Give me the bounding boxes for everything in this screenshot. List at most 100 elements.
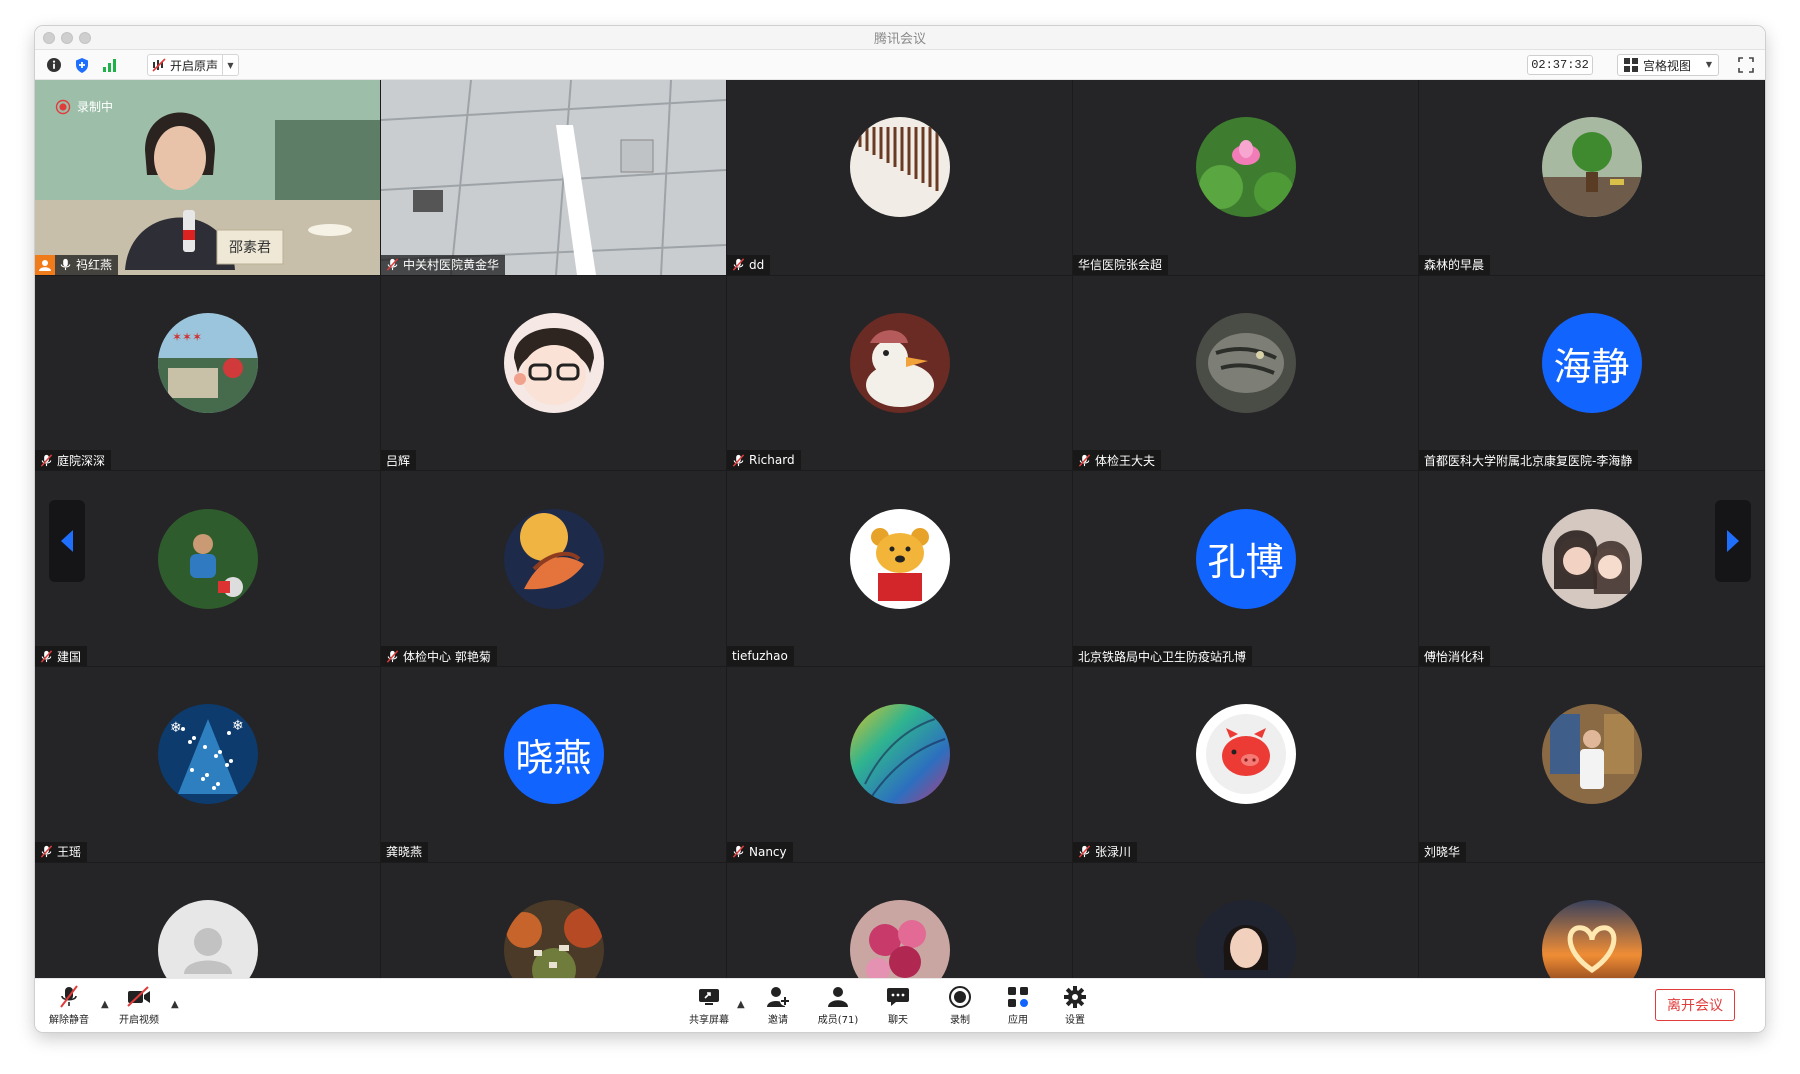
- previous-page-button[interactable]: [49, 500, 85, 582]
- chevron-up-icon[interactable]: ▲: [737, 999, 745, 1010]
- settings-button[interactable]: 设置: [1047, 985, 1103, 1027]
- participant-tile[interactable]: [35, 862, 380, 978]
- name-tag: Nancy: [727, 841, 793, 862]
- name-tag: 祃红燕: [35, 254, 119, 275]
- default-user-icon: [157, 900, 258, 978]
- cyclist-icon: [157, 508, 258, 609]
- original-sound-toggle[interactable]: 开启原声 ▼: [147, 54, 239, 76]
- invite-button[interactable]: 邀请: [750, 985, 806, 1027]
- participant-tile[interactable]: 刘晓华: [1419, 667, 1764, 862]
- muted-mic-icon: [1078, 454, 1091, 467]
- meeting-timer: 02:37:32: [1527, 55, 1593, 75]
- video-off-icon: [126, 985, 152, 1009]
- share-screen-button[interactable]: 共享屏幕: [681, 985, 737, 1027]
- leave-meeting-button[interactable]: 离开会议: [1655, 989, 1735, 1021]
- participant-tile[interactable]: ✶✶✶ 庭院深深: [35, 275, 380, 471]
- bottom-control-bar: 解除静音 ▲ 开启视频 ▲ 共享屏幕 ▲ 邀请 成员(71) 聊天 录制 应用 …: [35, 978, 1765, 1032]
- top-toolbar: 开启原声 ▼ 02:37:32 宫格视图 ▼: [35, 50, 1765, 80]
- name-tag: 森林的早晨: [1419, 254, 1491, 275]
- apps-button[interactable]: 应用: [990, 985, 1046, 1027]
- fullscreen-icon[interactable]: [1737, 56, 1755, 74]
- woman-portrait-icon: [1195, 900, 1296, 978]
- participant-name: 首都医科大学附属北京康复医院-李海静: [1424, 453, 1633, 468]
- participant-tile[interactable]: 建国: [35, 471, 380, 667]
- hands-icon: [503, 508, 604, 609]
- settings-label: 设置: [1065, 1015, 1085, 1026]
- record-label: 录制: [950, 1015, 970, 1026]
- selfie-icon: [1541, 508, 1642, 609]
- doctor-office-icon: [1541, 704, 1642, 805]
- participant-tile[interactable]: 张渌川: [1073, 667, 1418, 862]
- participant-tile[interactable]: 晓燕 龚晓燕: [381, 667, 726, 862]
- chat-button[interactable]: 聊天: [870, 985, 926, 1027]
- participant-tile[interactable]: 华信医院张会超: [1073, 80, 1418, 275]
- add-user-icon: [765, 985, 791, 1009]
- svg-text:❄: ❄: [170, 720, 182, 736]
- participant-name: 华信医院张会超: [1078, 258, 1163, 273]
- name-tag: dd: [727, 254, 771, 275]
- view-mode-label: 宫格视图: [1643, 58, 1692, 73]
- apps-label: 应用: [1008, 1015, 1028, 1026]
- name-tag: 龚晓燕: [381, 841, 429, 862]
- participant-name: 刘晓华: [1424, 845, 1461, 860]
- christmas-photo-icon: ✶✶✶: [157, 313, 258, 414]
- signal-strength-icon[interactable]: [101, 56, 119, 74]
- participant-tile[interactable]: 海静 首都医科大学附属北京康复医院-李海静: [1419, 275, 1764, 471]
- close-window-button[interactable]: [43, 32, 55, 44]
- info-icon[interactable]: [45, 56, 63, 74]
- participant-tile[interactable]: Nancy: [727, 667, 1072, 862]
- duck-icon: [849, 313, 950, 414]
- grid-view-icon: [1624, 58, 1638, 72]
- gear-icon: [1062, 985, 1088, 1009]
- participant-tile[interactable]: 傅怡消化科: [1419, 471, 1764, 667]
- muted-mic-icon: [1078, 845, 1091, 858]
- record-icon: [55, 99, 71, 114]
- participant-name: 龚晓燕: [386, 845, 423, 860]
- participant-tile[interactable]: [381, 862, 726, 978]
- participant-name: 庭院深深: [57, 453, 106, 468]
- muted-mic-icon: [732, 454, 745, 467]
- participant-tile[interactable]: 孔博 北京铁路局中心卫生防疫站孔博: [1073, 471, 1418, 667]
- unmute-label: 解除静音: [49, 1015, 89, 1026]
- participant-tile[interactable]: 吕辉: [381, 275, 726, 471]
- participant-tile[interactable]: 录制中 邵素君 祃红燕: [35, 80, 380, 275]
- view-mode-select[interactable]: 宫格视图 ▼: [1617, 54, 1719, 76]
- participant-tile[interactable]: tiefuzhao: [727, 471, 1072, 667]
- record-button[interactable]: 录制: [932, 985, 988, 1027]
- chevron-down-icon[interactable]: ▼: [222, 55, 238, 75]
- chevron-down-icon: ▼: [1705, 60, 1712, 69]
- participant-tile[interactable]: 体检中心 郭艳菊: [381, 471, 726, 667]
- next-page-button[interactable]: [1715, 500, 1751, 582]
- security-shield-icon[interactable]: [73, 56, 91, 74]
- participant-tile[interactable]: [1419, 862, 1764, 978]
- name-tag: 华信医院张会超: [1073, 254, 1169, 275]
- participant-tile[interactable]: ❄ ❄ 王瑶: [35, 667, 380, 862]
- participant-tile[interactable]: [727, 862, 1072, 978]
- recording-label: 录制中: [77, 100, 114, 114]
- participant-avatar: 孔博: [1195, 508, 1296, 609]
- participant-tile[interactable]: 森林的早晨: [1419, 80, 1764, 275]
- members-button[interactable]: 成员(71): [810, 985, 866, 1027]
- muted-mic-icon: [732, 258, 745, 271]
- start-video-button[interactable]: 开启视频: [111, 985, 167, 1027]
- meeting-window: 腾讯会议 开启原声 ▼ 02:37:32 宫格视图 ▼ 录制中 邵素君 祃红燕 中关村…: [35, 26, 1765, 1032]
- participant-tile[interactable]: 体检王大夫: [1073, 275, 1418, 471]
- zoom-window-button[interactable]: [79, 32, 91, 44]
- start-video-label: 开启视频: [119, 1015, 159, 1026]
- svg-text:❄: ❄: [232, 718, 244, 734]
- pooh-icon: [849, 508, 950, 609]
- unmute-button[interactable]: 解除静音: [41, 985, 97, 1027]
- chevron-up-icon[interactable]: ▲: [101, 999, 109, 1010]
- participant-tile[interactable]: dd: [727, 80, 1072, 275]
- name-tag: 傅怡消化科: [1419, 646, 1491, 667]
- minimize-window-button[interactable]: [61, 32, 73, 44]
- members-icon: [825, 985, 851, 1009]
- name-tag: 张渌川: [1073, 841, 1138, 862]
- muted-mic-icon: [732, 845, 745, 858]
- chevron-up-icon[interactable]: ▲: [171, 999, 179, 1010]
- chevron-left-icon: [61, 530, 73, 552]
- lotus-icon: [1195, 117, 1296, 218]
- participant-tile[interactable]: 中关村医院黄金华: [381, 80, 726, 275]
- participant-tile[interactable]: [1073, 862, 1418, 978]
- participant-tile[interactable]: Richard: [727, 275, 1072, 471]
